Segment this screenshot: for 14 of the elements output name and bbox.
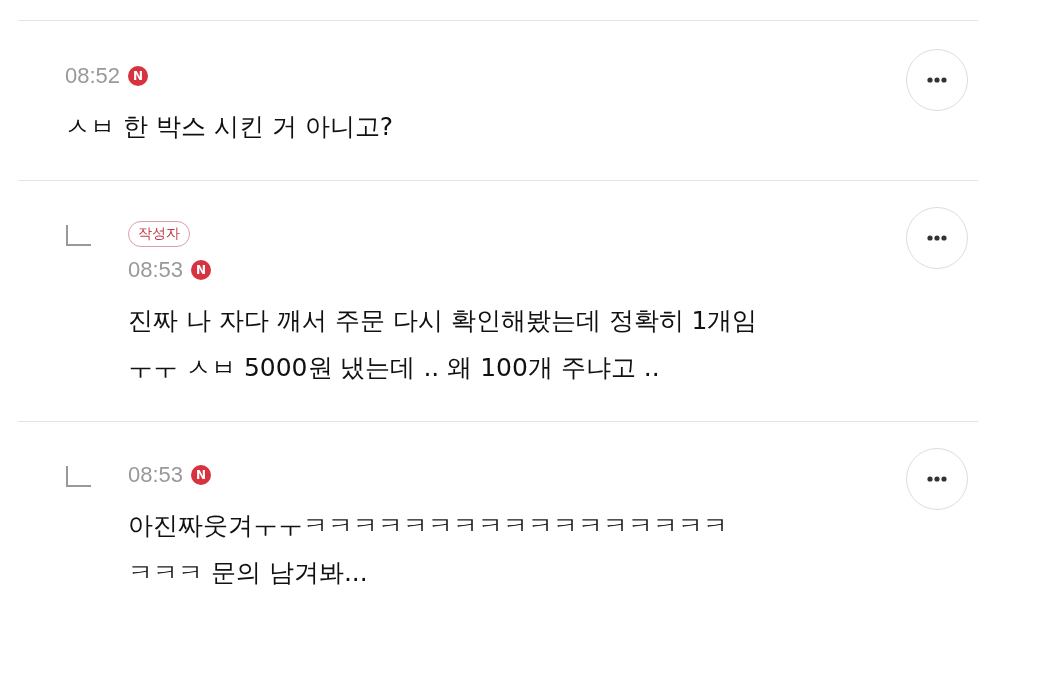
comment-text: 아진짜웃겨ㅜㅜㅋㅋㅋㅋㅋㅋㅋㅋㅋㅋㅋㅋㅋㅋㅋㅋㅋ [128,510,728,542]
comment-time: 08:52 [65,63,121,89]
comment-time: 08:53 [128,257,184,283]
new-badge: N [191,260,212,280]
comment-text: ㅅㅂ 한 박스 시킨 거 아니고? [65,111,393,143]
more-icon [927,77,947,83]
comment-text: ㅜㅜ ㅅㅂ 5000원 냈는데 .. 왜 100개 주냐고 .. [128,352,661,384]
new-badge: N [128,66,149,86]
more-icon [927,476,947,482]
comment-text: 진짜 나 자다 깨서 주문 다시 확인해봤는데 정확히 1개임 [128,305,758,337]
comment-text: ㅋㅋㅋ 문의 남겨봐... [128,557,369,589]
new-badge: N [191,465,212,485]
more-icon [927,235,947,241]
comment-time: 08:53 [128,462,184,488]
